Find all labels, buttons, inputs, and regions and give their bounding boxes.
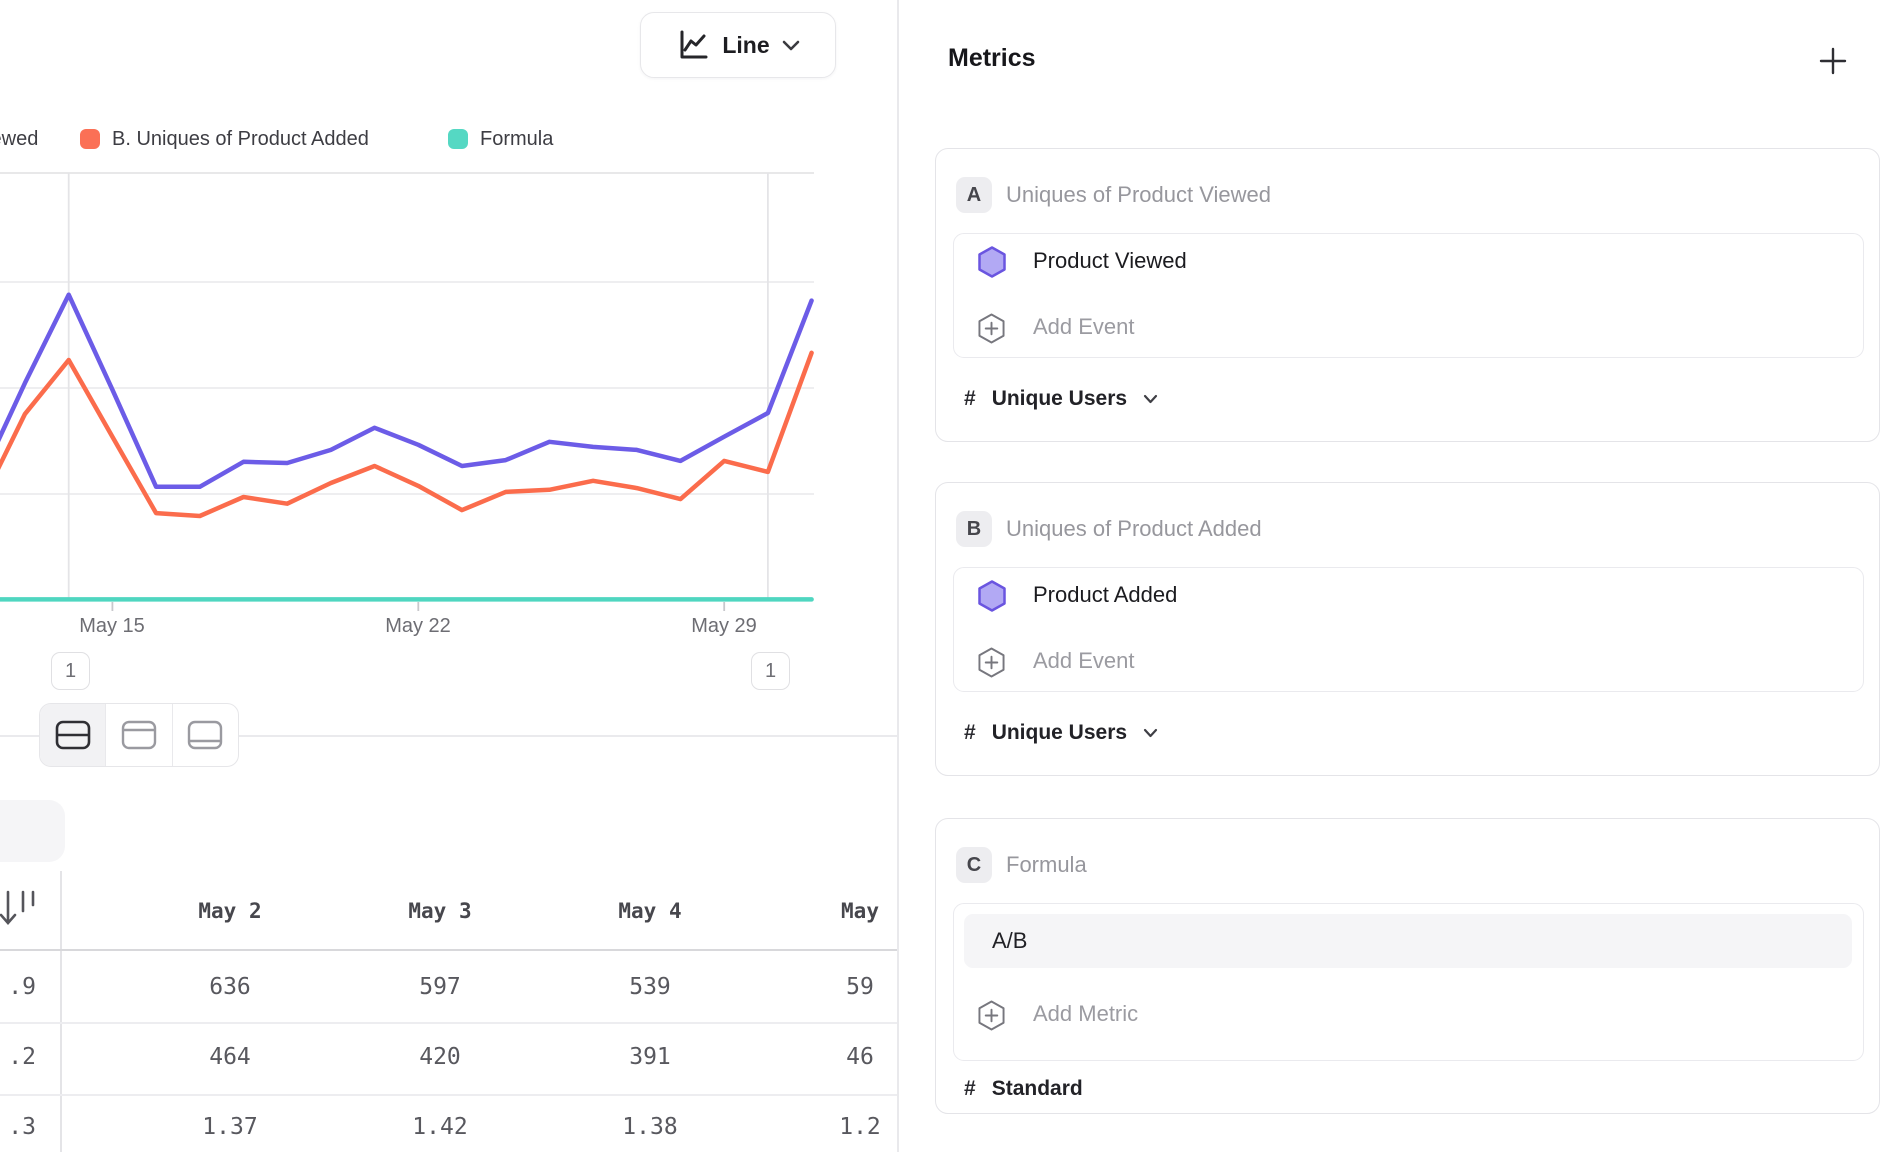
view-layout-toggle <box>39 703 239 767</box>
add-metric-button[interactable]: Add Metric <box>1033 1001 1138 1027</box>
event-name[interactable]: Product Added <box>1033 582 1177 608</box>
table-column-header[interactable]: May <box>780 899 897 923</box>
plus-icon <box>1818 46 1848 76</box>
x-axis-label: May 15 <box>52 615 172 638</box>
x-axis-label: May 22 <box>358 615 478 638</box>
annotation-badge[interactable]: 1 <box>751 652 790 690</box>
hash-icon: # <box>964 1077 976 1101</box>
table-cell: 1.38 <box>570 1114 730 1140</box>
table-cell: 46 <box>780 1044 897 1070</box>
legend-label-c: Formula <box>480 128 553 151</box>
event-list-box: Product Added Add Event <box>953 567 1864 692</box>
table-cell: 1.42 <box>360 1114 520 1140</box>
event-hexagon-icon <box>978 246 1006 278</box>
legend-item-c[interactable]: Formula <box>448 126 553 152</box>
event-list-box: Product Viewed Add Event <box>953 233 1864 358</box>
formula-value: A/B <box>992 928 1027 954</box>
report-left-panel: Line A. Uniques of Product Viewed B. Uni… <box>0 0 897 1152</box>
line-chart-icon <box>676 28 710 62</box>
line-chart <box>0 0 897 614</box>
table-row-separator <box>0 1094 897 1096</box>
aggregation-selector[interactable]: # Unique Users <box>964 721 1158 745</box>
metric-badge-a: A <box>956 177 992 213</box>
table-cell: 597 <box>360 974 520 1000</box>
layout-header-button[interactable] <box>105 704 171 766</box>
aggregation-label: Standard <box>992 1077 1083 1101</box>
aggregation-label: Unique Users <box>992 721 1127 745</box>
table-cell: 1.2 <box>780 1114 897 1140</box>
metric-card-title: Uniques of Product Viewed <box>1006 182 1271 208</box>
table-column-header[interactable]: May 2 <box>150 899 310 923</box>
event-name[interactable]: Product Viewed <box>1033 248 1187 274</box>
aggregation-label: Unique Users <box>992 387 1127 411</box>
add-event-hexagon-plus-icon <box>978 313 1005 344</box>
table-row-separator <box>0 1022 897 1024</box>
formula-input[interactable]: A/B <box>964 914 1852 968</box>
table-column-header[interactable]: May 3 <box>360 899 520 923</box>
table-row-label: .2 <box>0 1044 36 1070</box>
add-event-hexagon-plus-icon <box>978 647 1005 678</box>
table-cell: 539 <box>570 974 730 1000</box>
annotation-badge[interactable]: 1 <box>51 652 90 690</box>
layout-split-horizontal-icon <box>55 720 91 750</box>
event-hexagon-icon <box>978 580 1006 612</box>
metrics-panel-title: Metrics <box>948 44 1036 73</box>
aggregation-selector[interactable]: # Unique Users <box>964 387 1158 411</box>
metric-card-title: Formula <box>1006 852 1087 878</box>
chevron-down-icon <box>1143 728 1158 738</box>
formula-box: A/B Add Metric <box>953 903 1864 1061</box>
table-cell: 464 <box>150 1044 310 1070</box>
legend-label-a: A. Uniques of Product Viewed <box>0 128 38 151</box>
chart-type-label: Line <box>722 32 769 59</box>
legend-item-b[interactable]: B. Uniques of Product Added <box>80 126 369 152</box>
legend-item-a[interactable]: A. Uniques of Product Viewed <box>0 126 38 152</box>
layout-split-horizontal-button[interactable] <box>40 704 105 766</box>
table-cell: 59 <box>780 974 897 1000</box>
hash-icon: # <box>964 721 976 745</box>
table-row-label: .3 <box>0 1114 36 1140</box>
layout-header-icon <box>121 720 157 750</box>
table-cell: 391 <box>570 1044 730 1070</box>
table-column-header[interactable]: May 4 <box>570 899 730 923</box>
metric-card-title: Uniques of Product Added <box>1006 516 1262 542</box>
metric-card-c: C Formula A/B Add Metric # Standard <box>935 818 1880 1114</box>
table-cell: 636 <box>150 974 310 1000</box>
metric-badge-c: C <box>956 847 992 883</box>
panel-divider <box>897 0 899 1152</box>
add-metric-plus-button[interactable] <box>1816 44 1850 78</box>
table-cell: 1.37 <box>150 1114 310 1140</box>
legend-label-b: B. Uniques of Product Added <box>112 128 369 151</box>
chart-type-button[interactable]: Line <box>640 12 836 78</box>
add-event-button[interactable]: Add Event <box>1033 648 1135 674</box>
legend-swatch-c <box>448 129 468 149</box>
metric-card-a: A Uniques of Product Viewed Product View… <box>935 148 1880 442</box>
chevron-down-icon <box>1143 394 1158 404</box>
table-cell: 420 <box>360 1044 520 1070</box>
legend-swatch-b <box>80 129 100 149</box>
sort-descending-icon[interactable] <box>0 886 40 928</box>
chevron-down-icon <box>782 40 800 51</box>
table-row-label: .9 <box>0 974 36 1000</box>
table-header-border <box>0 949 897 951</box>
metric-badge-b: B <box>956 511 992 547</box>
add-event-button[interactable]: Add Event <box>1033 314 1135 340</box>
table-tab-chip[interactable] <box>0 800 65 862</box>
x-axis-label: May 29 <box>664 615 784 638</box>
metric-card-b: B Uniques of Product Added Product Added… <box>935 482 1880 776</box>
aggregation-selector[interactable]: # Standard <box>964 1077 1083 1101</box>
add-metric-hexagon-plus-icon <box>978 1000 1005 1031</box>
layout-footer-icon <box>187 720 223 750</box>
table-column-divider <box>60 871 62 1152</box>
layout-footer-button[interactable] <box>172 704 238 766</box>
hash-icon: # <box>964 387 976 411</box>
